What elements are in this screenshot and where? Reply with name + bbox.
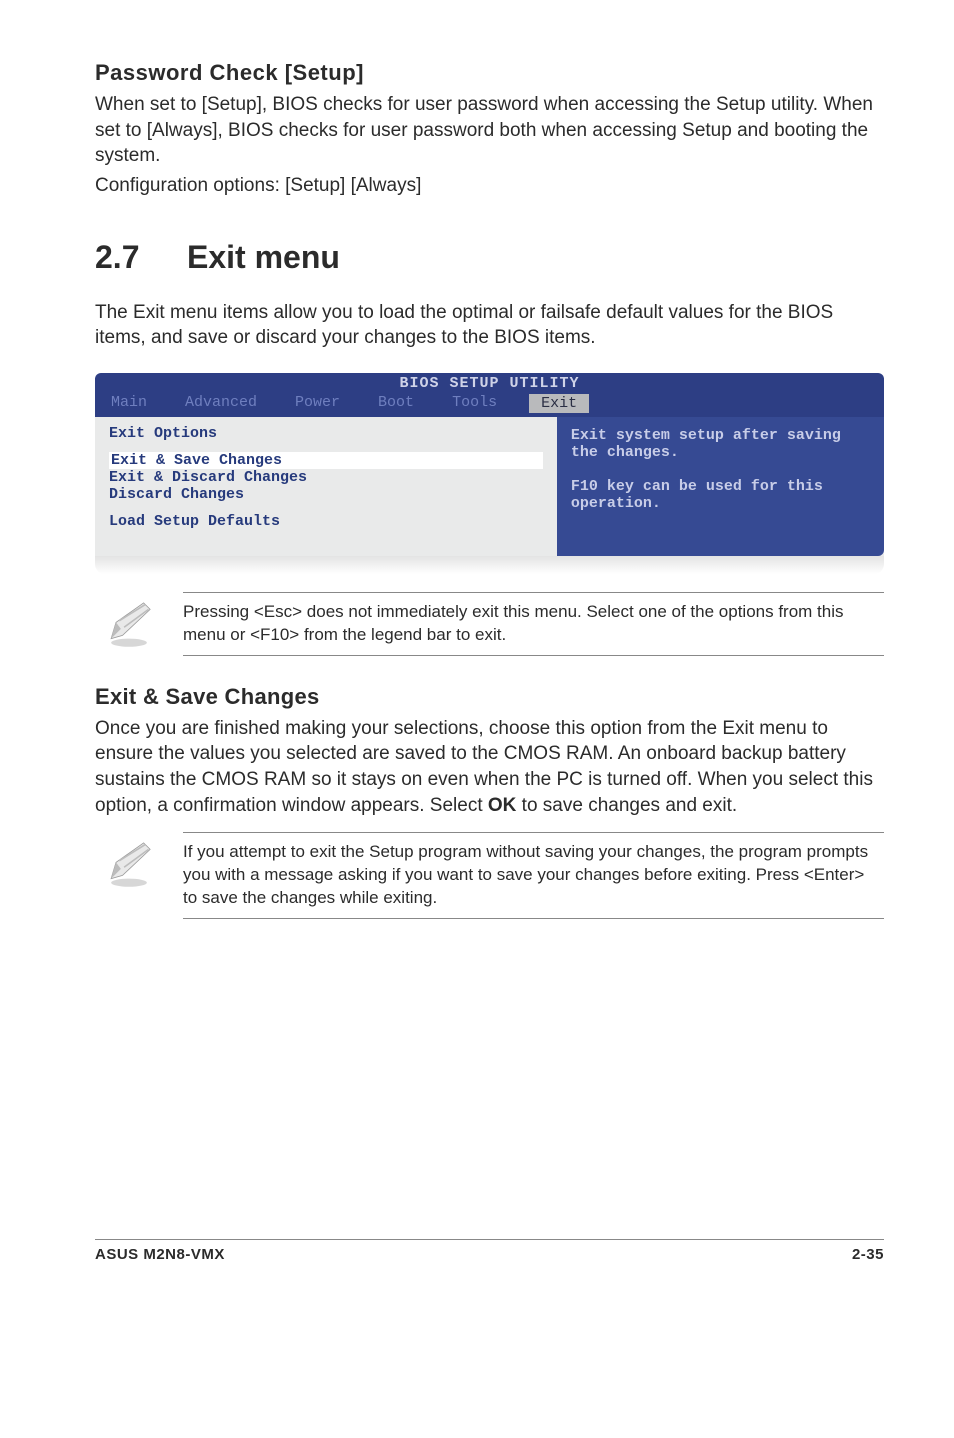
tab-tools[interactable]: Tools <box>446 392 503 413</box>
bios-exit-options-label: Exit Options <box>109 425 543 442</box>
tab-boot[interactable]: Boot <box>372 392 420 413</box>
footer-page-number: 2-35 <box>852 1246 884 1263</box>
bios-screenshot: BIOS SETUP UTILITY Main Advanced Power B… <box>95 373 884 574</box>
bios-opt-load-defaults[interactable]: Load Setup Defaults <box>109 513 543 530</box>
note-save-prompt-text: If you attempt to exit the Setup program… <box>183 832 884 919</box>
password-check-config: Configuration options: [Setup] [Always] <box>95 173 884 199</box>
bios-opt-exit-save[interactable]: Exit & Save Changes <box>109 452 543 469</box>
bios-tab-bar: Main Advanced Power Boot Tools Exit <box>95 392 884 417</box>
tab-power[interactable]: Power <box>289 392 346 413</box>
exit-save-body-post: to save changes and exit. <box>516 795 737 816</box>
note-save-prompt: If you attempt to exit the Setup program… <box>103 832 884 919</box>
bios-opt-discard[interactable]: Discard Changes <box>109 486 543 503</box>
pencil-note-icon <box>103 598 155 655</box>
note-esc: Pressing <Esc> does not immediately exit… <box>103 592 884 656</box>
bios-bottom-curve <box>95 556 884 574</box>
section-title-text: Exit menu <box>187 239 340 276</box>
bios-help-panel: Exit system setup after saving the chang… <box>557 417 884 556</box>
exit-save-heading: Exit & Save Changes <box>95 684 884 710</box>
exit-save-body: Once you are finished making your select… <box>95 716 884 819</box>
note-esc-text: Pressing <Esc> does not immediately exit… <box>183 592 884 656</box>
page-footer: ASUS M2N8-VMX 2-35 <box>95 1239 884 1263</box>
section-heading: 2.7 Exit menu <box>95 239 884 276</box>
footer-product: ASUS M2N8-VMX <box>95 1246 225 1263</box>
bios-opt-exit-discard[interactable]: Exit & Discard Changes <box>109 469 543 486</box>
tab-advanced[interactable]: Advanced <box>179 392 263 413</box>
exit-menu-intro: The Exit menu items allow you to load th… <box>95 300 884 351</box>
pencil-note-icon <box>103 838 155 895</box>
bios-left-panel: Exit Options Exit & Save Changes Exit & … <box>95 417 557 556</box>
exit-save-ok: OK <box>488 795 517 816</box>
section-number: 2.7 <box>95 239 151 276</box>
password-check-heading: Password Check [Setup] <box>95 60 884 86</box>
password-check-body: When set to [Setup], BIOS checks for use… <box>95 92 884 169</box>
tab-main[interactable]: Main <box>105 392 153 413</box>
tab-exit[interactable]: Exit <box>529 394 589 413</box>
exit-save-body-pre: Once you are finished making your select… <box>95 718 873 816</box>
bios-title: BIOS SETUP UTILITY <box>95 373 884 392</box>
